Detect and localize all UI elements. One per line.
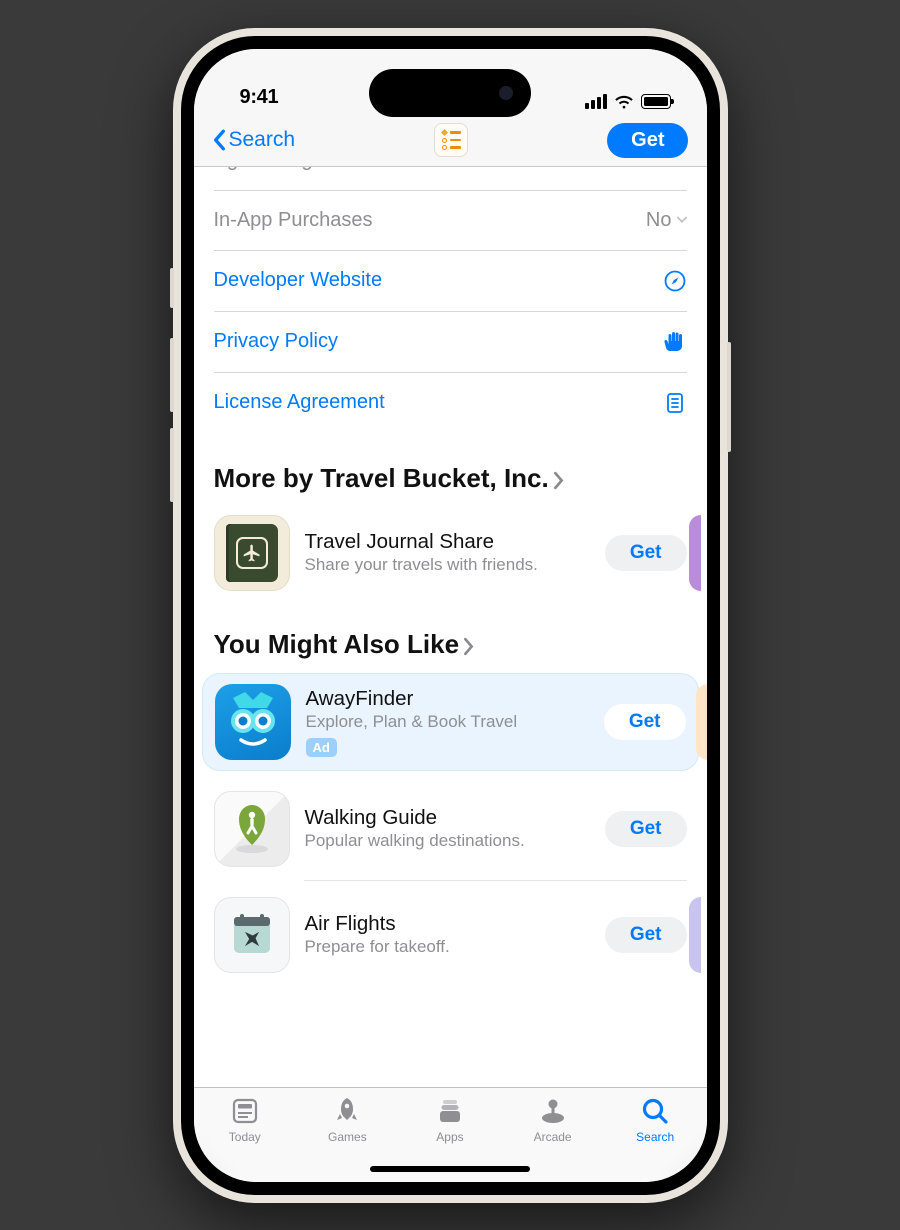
nav-bar: Search Get	[194, 115, 707, 167]
tab-today[interactable]: Today	[211, 1096, 279, 1144]
get-button[interactable]: Get	[604, 704, 686, 740]
arcade-icon	[538, 1096, 568, 1126]
more-by-title: More by Travel Bucket, Inc.	[214, 463, 549, 494]
section-more-by[interactable]: More by Travel Bucket, Inc.	[194, 433, 707, 507]
app-name: Travel Journal Share	[305, 530, 590, 554]
back-label: Search	[229, 128, 296, 152]
info-row-iap[interactable]: In-App Purchases No	[214, 191, 687, 251]
battery-icon	[641, 94, 671, 109]
compass-icon	[663, 269, 687, 293]
tab-search[interactable]: Search	[621, 1096, 689, 1144]
section-you-might-like[interactable]: You Might Also Like	[194, 599, 707, 673]
info-row-dev-website[interactable]: Developer Website	[214, 251, 687, 312]
app-row-air-flights[interactable]: Air Flights Prepare for takeoff. Get	[202, 889, 699, 981]
app-icon-air-flights	[214, 897, 290, 973]
tab-label: Apps	[436, 1130, 463, 1144]
app-thumbnail-icon[interactable]	[434, 123, 468, 157]
app-icon-walking-guide	[214, 791, 290, 867]
tab-arcade[interactable]: Arcade	[519, 1096, 587, 1144]
app-subtitle: Explore, Plan & Book Travel	[306, 712, 589, 732]
get-button[interactable]: Get	[607, 123, 688, 158]
signal-icon	[585, 94, 607, 109]
search-icon	[640, 1096, 670, 1126]
chevron-right-icon	[463, 637, 474, 656]
divider	[304, 880, 687, 881]
license-agreement-link: License Agreement	[214, 391, 385, 414]
tab-label: Today	[229, 1130, 261, 1144]
hand-icon	[663, 330, 687, 354]
get-button[interactable]: Get	[605, 535, 687, 571]
apps-icon	[435, 1096, 465, 1126]
phone-frame: 9:41 Search Get Age Rating	[173, 28, 728, 1203]
you-might-like-title: You Might Also Like	[214, 629, 460, 660]
tab-label: Games	[328, 1130, 367, 1144]
tab-label: Arcade	[534, 1130, 572, 1144]
peek-next-app	[696, 684, 707, 760]
rocket-icon	[332, 1096, 362, 1126]
status-time: 9:41	[240, 86, 279, 109]
app-subtitle: Prepare for takeoff.	[305, 937, 590, 957]
tab-apps[interactable]: Apps	[416, 1096, 484, 1144]
app-subtitle: Popular walking destinations.	[305, 831, 590, 851]
get-button[interactable]: Get	[605, 811, 687, 847]
info-row-privacy[interactable]: Privacy Policy	[214, 312, 687, 373]
wifi-icon	[614, 94, 634, 109]
ad-badge: Ad	[306, 738, 337, 757]
app-name: Walking Guide	[305, 806, 590, 830]
content-scroll[interactable]: Age Rating In-App Purchases No Developer…	[194, 167, 707, 1087]
privacy-policy-link: Privacy Policy	[214, 330, 338, 353]
app-row-travel-journal[interactable]: Travel Journal Share Share your travels …	[202, 507, 699, 599]
info-row-license[interactable]: License Agreement	[214, 373, 687, 433]
app-icon-travel-journal	[214, 515, 290, 591]
tab-label: Search	[636, 1130, 674, 1144]
peek-next-app	[689, 897, 701, 973]
chevron-down-icon	[677, 167, 687, 168]
app-name: Air Flights	[305, 912, 590, 936]
chevron-left-icon	[212, 129, 227, 151]
app-row-awayfinder-ad[interactable]: AwayFinder Explore, Plan & Book Travel A…	[202, 673, 699, 771]
home-indicator[interactable]	[370, 1166, 530, 1172]
chevron-down-icon	[677, 213, 687, 227]
dynamic-island	[369, 69, 531, 117]
tab-games[interactable]: Games	[313, 1096, 381, 1144]
app-row-walking-guide[interactable]: Walking Guide Popular walking destinatio…	[202, 783, 699, 875]
get-button[interactable]: Get	[605, 917, 687, 953]
document-icon	[663, 391, 687, 415]
iap-label: In-App Purchases	[214, 209, 373, 232]
today-icon	[230, 1096, 260, 1126]
chevron-right-icon	[553, 471, 564, 490]
app-subtitle: Share your travels with friends.	[305, 555, 590, 575]
peek-next-app	[689, 515, 701, 591]
back-button[interactable]: Search	[212, 128, 296, 152]
iap-value: No	[646, 209, 672, 232]
app-icon-awayfinder	[215, 684, 291, 760]
age-rating-label: Age Rating	[214, 167, 313, 172]
info-row-age-rating[interactable]: Age Rating	[214, 167, 687, 191]
app-name: AwayFinder	[306, 687, 589, 711]
developer-website-link: Developer Website	[214, 269, 383, 292]
